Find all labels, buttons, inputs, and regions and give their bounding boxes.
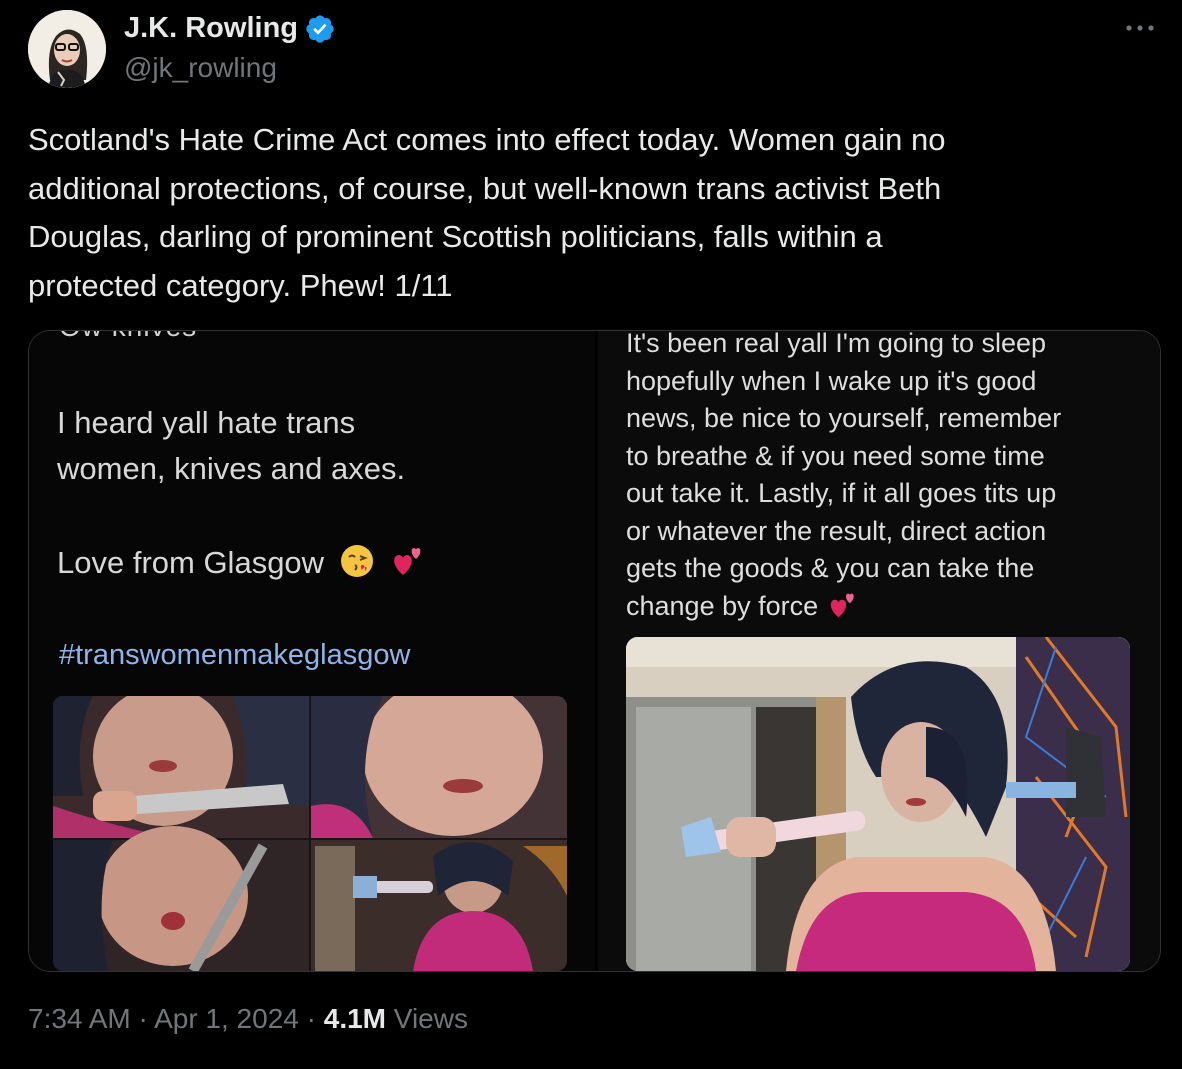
photo-axe [626, 637, 1130, 971]
image-text-line: I heard yall hate trans [57, 405, 356, 440]
two-hearts-emoji [826, 591, 858, 619]
media-image-left[interactable]: Ow knives I heard yall hate trans women,… [29, 331, 595, 971]
meta-separator: · [306, 1003, 316, 1034]
tweet-date[interactable]: Apr 1, 2024 [154, 1003, 299, 1034]
cut-off-text: Ow knives [59, 331, 197, 343]
two-hearts-emoji [389, 543, 425, 579]
tweet-text: Scotland's Hate Crime Act comes into eff… [28, 122, 946, 303]
tweet-time[interactable]: 7:34 AM [28, 1003, 131, 1034]
image-caption-body: It's been real yall I'm going to sleep h… [626, 331, 1062, 621]
photo-collage [53, 696, 567, 971]
author-handle[interactable]: @jk_rowling [124, 52, 277, 84]
avatar[interactable] [28, 10, 106, 88]
verified-badge-icon[interactable] [304, 13, 336, 45]
views-count: 4.1M [323, 1003, 386, 1034]
image-text-line: Love from Glasgow [57, 541, 425, 585]
author-name-row: J.K. Rowling [124, 12, 336, 45]
media-image-right[interactable]: It's been real yall I'm going to sleep h… [598, 331, 1160, 971]
image-hashtag: #transwomenmakeglasgow [59, 639, 411, 671]
image-text-line: women, knives and axes. [57, 451, 406, 486]
author-display-name[interactable]: J.K. Rowling [124, 12, 298, 45]
views-label: Views [393, 1003, 468, 1034]
tweet-media[interactable]: Ow knives I heard yall hate trans women,… [28, 330, 1161, 972]
more-options-icon [1126, 25, 1154, 31]
more-options-button[interactable] [1120, 16, 1160, 40]
image-text-love: Love from Glasgow [57, 545, 325, 580]
image-caption-text: It's been real yall I'm going to sleep h… [626, 331, 1146, 625]
avatar-image [28, 10, 106, 88]
kissing-face-emoji [339, 543, 375, 579]
tweet-meta: 7:34 AM · Apr 1, 2024 · 4.1M Views [28, 1003, 468, 1035]
tweet: J.K. Rowling @jk_rowling Scotland's Hate… [0, 0, 1182, 1069]
meta-separator: · [138, 1003, 148, 1034]
